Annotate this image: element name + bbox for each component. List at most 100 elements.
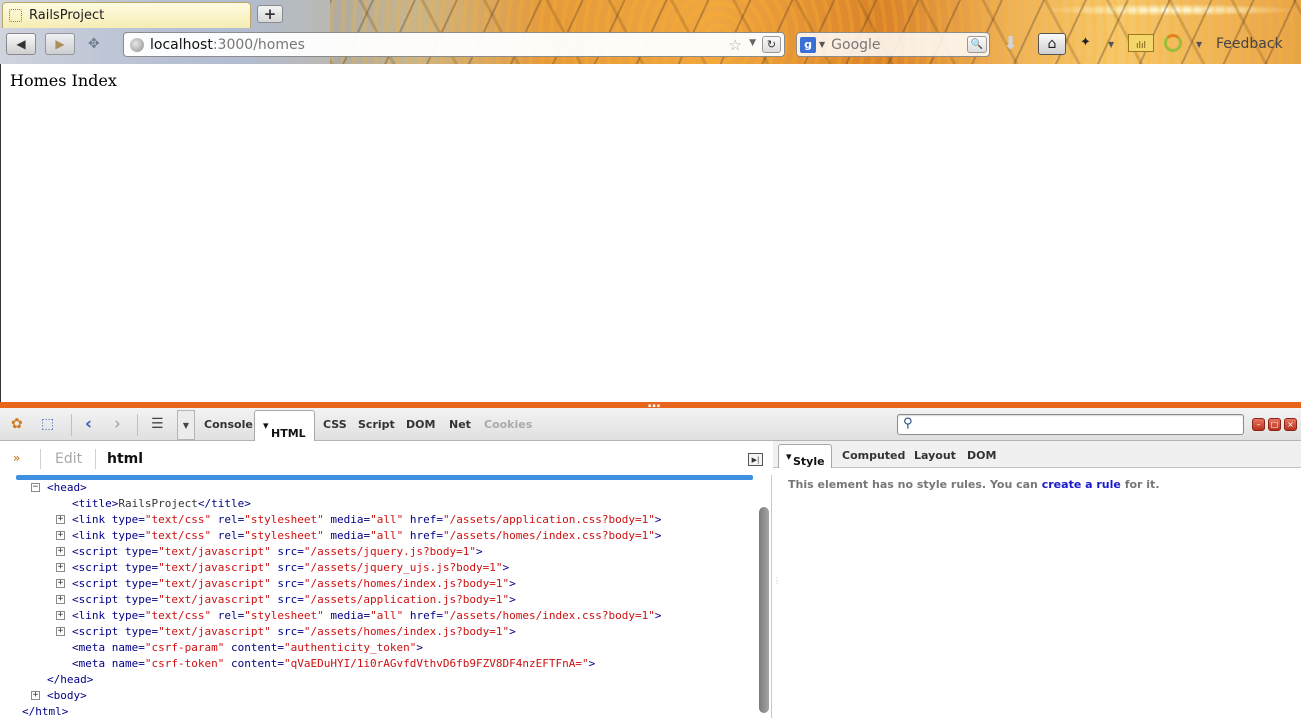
create-rule-link[interactable]: create a rule xyxy=(1042,478,1121,491)
style-panel: Style ▾ Computed Layout DOM This element… xyxy=(773,441,1301,718)
expand-twisty-icon[interactable]: + xyxy=(56,611,65,620)
tab-net[interactable]: Net xyxy=(449,418,471,431)
detach-icon[interactable]: □ xyxy=(1268,418,1281,431)
feedback-button[interactable]: Feedback xyxy=(1216,36,1283,52)
identity-icon[interactable]: ✥ xyxy=(88,36,106,52)
tree-node-link[interactable]: <link type="text/css" rel="stylesheet" m… xyxy=(72,528,662,544)
tree-node-body[interactable]: <body> xyxy=(47,688,87,704)
html-scrollbar[interactable] xyxy=(757,507,770,717)
tree-node-title[interactable]: <title>RailsProject</title> xyxy=(72,496,251,512)
download-icon[interactable]: ⬇ xyxy=(1003,33,1018,54)
bookmark-star-icon[interactable]: ☆ xyxy=(729,36,742,54)
scroll-thumb[interactable] xyxy=(759,507,769,713)
inspect-element-icon[interactable]: ⬚ xyxy=(41,416,54,432)
tree-node-script[interactable]: <script type="text/javascript" src="/ass… xyxy=(72,576,516,592)
tree-node-head[interactable]: <head> xyxy=(47,480,87,496)
measure-icon[interactable]: ılıl xyxy=(1128,34,1154,52)
edit-button[interactable]: Edit xyxy=(55,451,82,467)
expand-twisty-icon[interactable]: + xyxy=(56,627,65,636)
tab-script[interactable]: Script xyxy=(358,418,395,431)
panel-dropdown-icon[interactable]: ▼ xyxy=(177,410,195,440)
page-heading: Homes Index xyxy=(10,71,117,90)
tab-html[interactable]: HTML ▾ xyxy=(254,410,315,441)
tree-node-script[interactable]: <script type="text/javascript" src="/ass… xyxy=(72,624,516,640)
tab-computed[interactable]: Computed xyxy=(842,449,905,462)
expand-twisty-icon[interactable]: + xyxy=(56,579,65,588)
google-engine-icon[interactable]: g xyxy=(800,36,816,53)
expand-twisty-icon[interactable]: + xyxy=(56,595,65,604)
tree-node-head-close: </head> xyxy=(47,673,94,686)
search-go-button[interactable]: 🔍 xyxy=(967,36,987,53)
tree-node-meta[interactable]: <meta name="csrf-token" content="qVaEDuH… xyxy=(72,656,595,672)
tab-console[interactable]: Console xyxy=(204,418,253,431)
expand-twisty-icon[interactable]: + xyxy=(56,515,65,524)
search-icon: ⚲ xyxy=(903,416,913,431)
breadcrumb-toggle-icon[interactable]: » xyxy=(13,451,20,465)
firebug-search-input[interactable]: ⚲ xyxy=(897,414,1244,435)
pane-resize-grip-icon[interactable]: ⋮ xyxy=(773,576,781,585)
html-panel: » Edit html ▶| − <head> <title>RailsProj… xyxy=(0,441,772,718)
expand-twisty-icon[interactable]: + xyxy=(56,563,65,572)
browser-tab[interactable]: RailsProject xyxy=(2,2,251,28)
search-bar[interactable]: g ▼ Google 🔍 xyxy=(796,32,990,57)
expand-twisty-icon[interactable]: + xyxy=(56,531,65,540)
back-button[interactable]: ◀ xyxy=(6,33,36,55)
html-path-bar: » Edit html ▶| xyxy=(0,441,772,475)
tab-css[interactable]: CSS xyxy=(323,418,347,431)
back-icon: ◀ xyxy=(16,37,26,51)
panel-list-icon[interactable]: ☰ xyxy=(151,416,164,432)
new-tab-button[interactable]: + xyxy=(257,5,283,23)
fb-back-icon[interactable]: ‹ xyxy=(85,414,92,434)
search-input[interactable]: Google xyxy=(831,37,880,53)
fb-forward-icon[interactable]: › xyxy=(114,414,121,434)
tree-node-link[interactable]: <link type="text/css" rel="stylesheet" m… xyxy=(72,608,662,624)
minimize-icon[interactable]: – xyxy=(1252,418,1265,431)
tree-node-html-close: </html> xyxy=(22,705,69,718)
tab-cookies[interactable]: Cookies xyxy=(484,418,532,431)
style-empty-message: This element has no style rules. You can… xyxy=(788,478,1160,491)
close-icon[interactable]: × xyxy=(1284,418,1297,431)
tree-node-script[interactable]: <script type="text/javascript" src="/ass… xyxy=(72,544,483,560)
url-path: :3000/homes xyxy=(212,36,305,53)
addon-dropdown-icon[interactable]: ▼ xyxy=(1108,40,1114,49)
reload-button[interactable]: ↻ xyxy=(762,36,781,53)
breadcrumb-html[interactable]: html xyxy=(107,451,143,467)
tree-node-script[interactable]: <script type="text/javascript" src="/ass… xyxy=(72,592,516,608)
home-button[interactable]: ⌂ xyxy=(1038,33,1066,55)
firebug-menu-icon[interactable]: ✿ xyxy=(11,416,23,432)
html-tree: − <head> <title>RailsProject</title> + <l… xyxy=(0,480,756,718)
addon-star-icon[interactable]: ✦ xyxy=(1080,35,1091,50)
toolbar-separator xyxy=(137,414,138,436)
forward-button[interactable]: ▶ xyxy=(45,33,75,55)
toolbar-separator xyxy=(71,414,72,436)
expand-twisty-icon[interactable]: + xyxy=(31,691,40,700)
tree-node-meta[interactable]: <meta name="csrf-param" content="authent… xyxy=(72,640,423,656)
tab-side-dom[interactable]: DOM xyxy=(967,449,996,462)
firebug-toolbar: ✿ ⬚ ‹ › ☰ ▼ Console HTML ▾ CSS Script DO… xyxy=(0,408,1301,441)
expand-twisty-icon[interactable]: + xyxy=(56,547,65,556)
page-favicon-icon xyxy=(9,9,22,22)
side-panel-toggle-icon[interactable]: ▶| xyxy=(748,453,763,466)
tree-node-link[interactable]: <link type="text/css" rel="stylesheet" m… xyxy=(72,512,662,528)
tab-style[interactable]: Style ▾ xyxy=(778,444,832,468)
engine-dropdown-icon[interactable]: ▼ xyxy=(819,40,825,49)
url-host: localhost xyxy=(150,36,213,53)
tab-title: RailsProject xyxy=(29,8,105,23)
path-separator xyxy=(95,449,96,469)
tree-node-script[interactable]: <script type="text/javascript" src="/ass… xyxy=(72,560,509,576)
globe-icon xyxy=(130,37,144,52)
firebug-icon[interactable] xyxy=(1164,34,1182,52)
firebug-dropdown-icon[interactable]: ▼ xyxy=(1196,40,1202,49)
collapse-twisty-icon[interactable]: − xyxy=(31,483,40,492)
path-separator xyxy=(40,449,41,469)
tab-html-label: HTML ▾ xyxy=(263,419,306,440)
history-dropdown-icon[interactable]: ▼ xyxy=(749,38,756,48)
home-icon: ⌂ xyxy=(1047,36,1057,52)
side-panel-tabs: Style ▾ Computed Layout DOM xyxy=(773,441,1301,468)
url-bar[interactable]: localhost:3000/homes ☆ ▼ ↻ xyxy=(123,32,785,57)
tab-dom[interactable]: DOM xyxy=(406,418,435,431)
forward-icon: ▶ xyxy=(55,37,65,51)
page-content: Homes Index xyxy=(0,64,1301,402)
tab-style-label: Style ▾ xyxy=(786,450,825,468)
tab-layout[interactable]: Layout xyxy=(914,449,956,462)
